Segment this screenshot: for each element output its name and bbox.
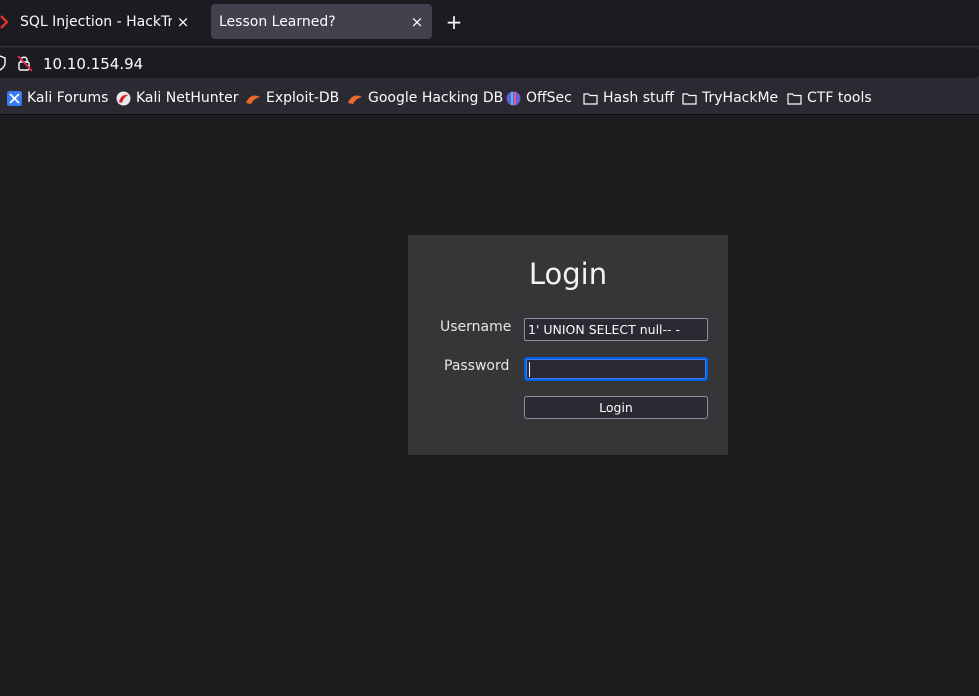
folder-icon xyxy=(583,92,598,105)
url-text[interactable]: 10.10.154.94 xyxy=(43,55,143,73)
navigation-bar: 10.10.154.94 xyxy=(0,44,979,80)
offsec-icon xyxy=(506,91,521,105)
bookmark-label: Hash stuff xyxy=(603,90,675,106)
tab-sql-injection-hacktricks[interactable]: SQL Injection - HackTricks × xyxy=(0,4,198,39)
url-bar[interactable] xyxy=(0,48,979,78)
bookmark-label: Google Hacking DB xyxy=(368,90,504,106)
login-button[interactable]: Login xyxy=(524,396,708,419)
page-content: Login Username Password Login xyxy=(0,115,979,696)
bookmark-label: TryHackMe xyxy=(702,90,779,106)
password-input[interactable] xyxy=(524,357,708,381)
bookmark-folder-hash-stuff[interactable]: Hash stuff xyxy=(583,89,674,107)
username-input[interactable] xyxy=(524,318,708,341)
bookmark-label: CTF tools xyxy=(807,90,872,106)
text-caret xyxy=(529,362,530,377)
tab-strip: SQL Injection - HackTricks × Lesson Lear… xyxy=(0,0,979,44)
bookmark-kali-forums[interactable]: Kali Forums xyxy=(7,89,108,107)
bookmark-exploit-db[interactable]: Exploit-DB xyxy=(245,89,339,107)
bookmark-kali-nethunter[interactable]: Kali NetHunter xyxy=(116,89,238,107)
exploit-db-icon xyxy=(246,94,260,104)
bookmark-label: Kali NetHunter xyxy=(136,90,239,106)
kali-nethunter-icon xyxy=(116,91,131,105)
password-label: Password xyxy=(444,358,510,374)
insecure-lock-icon[interactable] xyxy=(17,54,33,76)
bookmark-folder-ctf-tools[interactable]: CTF tools xyxy=(787,89,872,107)
new-tab-button[interactable]: + xyxy=(441,9,467,35)
ghdb-icon xyxy=(348,94,362,104)
tab-close-icon[interactable]: × xyxy=(172,11,194,33)
bookmark-folder-tryhackme[interactable]: TryHackMe xyxy=(682,89,778,107)
folder-icon xyxy=(682,92,697,105)
kali-forums-icon xyxy=(7,90,22,106)
tab-title: Lesson Learned? xyxy=(219,13,336,30)
hacktricks-favicon-icon xyxy=(0,14,12,29)
bookmark-label: Exploit-DB xyxy=(266,90,340,106)
bookmarks-toolbar: Kali Forums Kali NetHunter Exploit-DB Go… xyxy=(0,80,979,115)
tab-lesson-learned[interactable]: Lesson Learned? × xyxy=(211,4,432,39)
tracking-protection-shield-icon[interactable] xyxy=(0,55,6,75)
username-label: Username xyxy=(440,319,512,335)
bookmark-label: OffSec xyxy=(526,90,572,106)
tab-close-icon[interactable]: × xyxy=(406,11,428,33)
login-title: Login xyxy=(528,257,608,291)
bookmark-google-hacking-db[interactable]: Google Hacking DB xyxy=(347,89,503,107)
tab-title: SQL Injection - HackTricks xyxy=(20,13,172,30)
login-form: Login Username Password Login xyxy=(408,235,728,455)
bookmark-offsec[interactable]: OffSec xyxy=(506,89,572,107)
bookmark-label: Kali Forums xyxy=(27,90,109,106)
folder-icon xyxy=(787,92,802,105)
